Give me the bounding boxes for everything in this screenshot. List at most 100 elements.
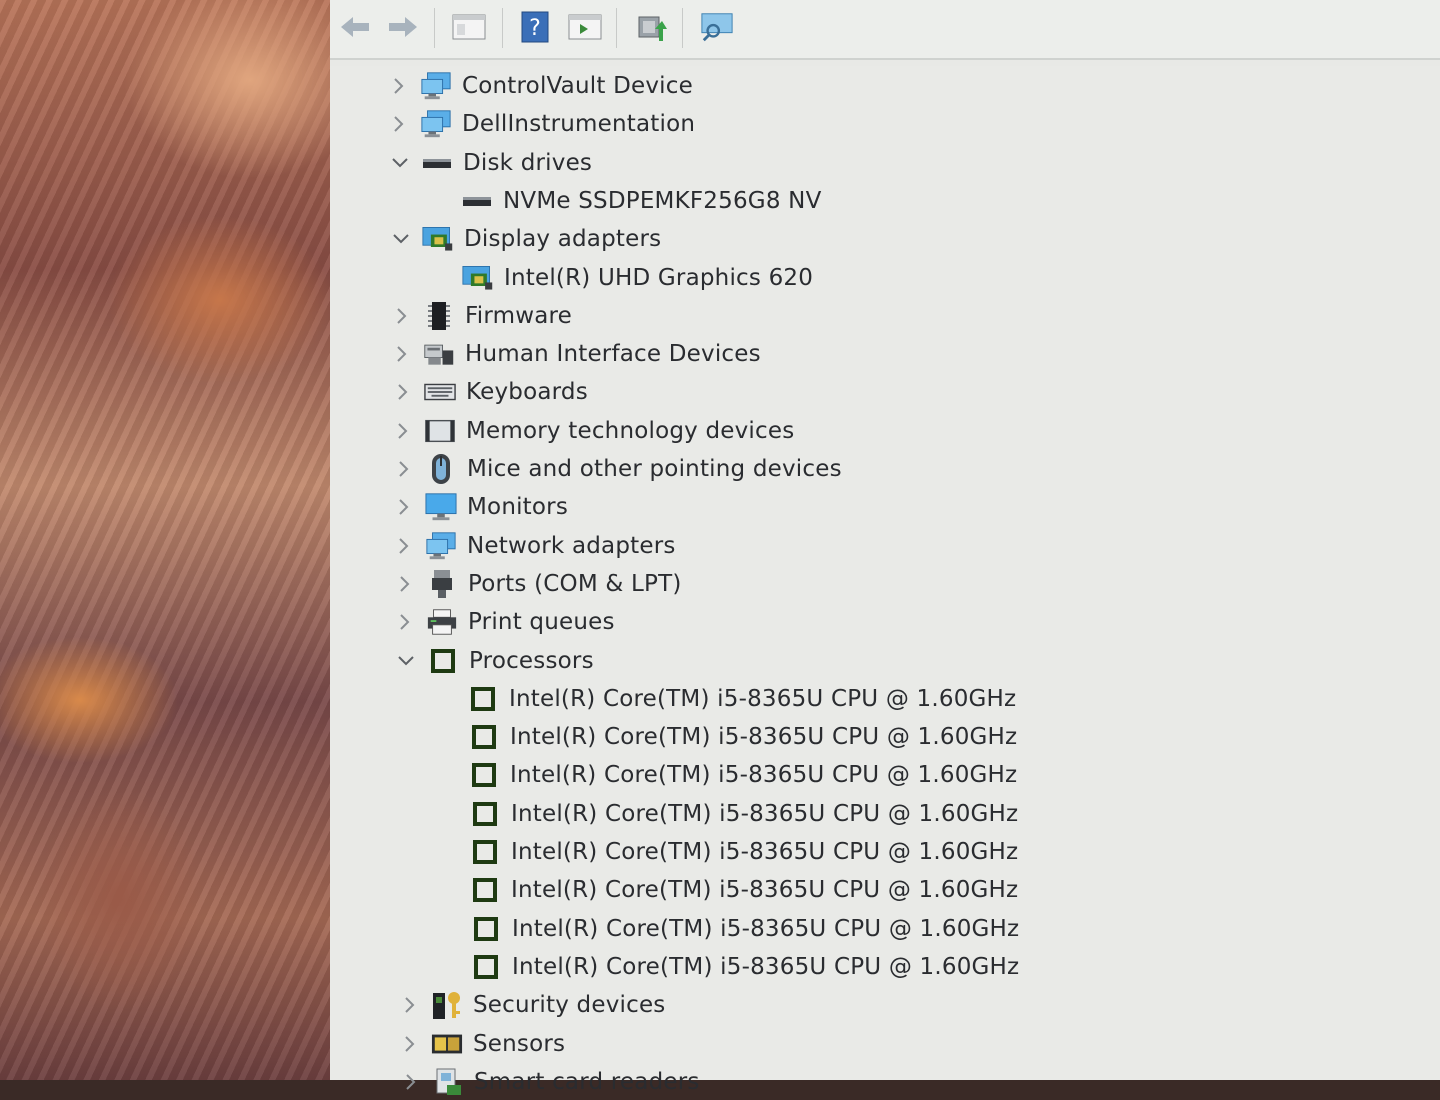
processor-icon (470, 952, 502, 982)
toolbar-separator (682, 8, 683, 48)
tree-device[interactable]: NVMe SSDPEMKF256G8 NV (461, 183, 822, 219)
tree-item-label: Security devices (473, 992, 666, 1019)
chevron-right-icon[interactable] (396, 613, 414, 631)
chevron-right-icon[interactable] (401, 1035, 419, 1053)
tree-category[interactable]: Mice and other pointing devices (399, 451, 842, 487)
tree-item-label: Print queues (468, 609, 615, 636)
processor-icon (469, 837, 501, 867)
chevron-down-icon[interactable] (397, 652, 415, 670)
tree-item-label: Intel(R) UHD Graphics 620 (504, 264, 814, 291)
tree-item-label: Processors (469, 647, 594, 674)
tree-item-label: ControlVault Device (462, 73, 693, 99)
processor-icon (470, 914, 502, 944)
tree-device[interactable]: Intel(R) Core(TM) i5-8365U CPU @ 1.60GHz (468, 719, 1017, 755)
tree-category[interactable]: Network adapters (399, 528, 676, 564)
memory-card-icon (424, 416, 456, 446)
monitor-network-icon (420, 71, 452, 101)
tree-category[interactable]: DellInstrumentation (394, 106, 696, 142)
tree-category[interactable]: Monitors (399, 489, 569, 525)
tree-category[interactable]: Sensors (405, 1026, 565, 1062)
chevron-right-icon[interactable] (390, 77, 408, 95)
tree-item-label: Memory technology devices (466, 417, 795, 444)
back-icon[interactable] (338, 10, 372, 44)
tree-item-label: Intel(R) Core(TM) i5-8365U CPU @ 1.60GHz (511, 800, 1019, 827)
tree-item-label: NVMe SSDPEMKF256G8 NV (503, 187, 822, 214)
port-icon (426, 569, 458, 599)
properties-icon[interactable] (568, 10, 602, 44)
tree-category[interactable]: Human Interface Devices (397, 336, 761, 372)
tree-category[interactable]: Keyboards (398, 374, 588, 410)
tree-item-label: Ports (COM & LPT) (468, 570, 682, 597)
forward-icon[interactable] (386, 10, 420, 44)
chevron-right-icon[interactable] (395, 537, 413, 555)
tree-category[interactable]: Memory technology devices (398, 413, 795, 449)
chevron-right-icon[interactable] (393, 307, 411, 325)
chevron-right-icon[interactable] (394, 422, 412, 440)
hid-icon (423, 339, 455, 369)
tree-item-label: Intel(R) Core(TM) i5-8365U CPU @ 1.60GHz (512, 953, 1020, 980)
tree-category[interactable]: Disk drives (392, 145, 593, 181)
tree-item-label: Intel(R) Core(TM) i5-8365U CPU @ 1.60GHz (512, 915, 1020, 942)
tree-category[interactable]: Processors (398, 643, 594, 679)
tree-device[interactable]: Intel(R) UHD Graphics 620 (462, 260, 813, 296)
tree-device[interactable]: Intel(R) Core(TM) i5-8365U CPU @ 1.60GHz (467, 681, 1016, 717)
toolbar-separator (616, 8, 617, 48)
svg-text:?: ? (529, 16, 541, 41)
toolbar-separator (502, 8, 503, 48)
tree-item-label: Intel(R) Core(TM) i5-8365U CPU @ 1.60GHz (511, 877, 1019, 904)
tree-category[interactable]: Ports (COM & LPT) (400, 566, 682, 602)
tree-item-label: Intel(R) Core(TM) i5-8365U CPU @ 1.60GHz (511, 839, 1019, 865)
tree-item-label: Disk drives (463, 149, 593, 176)
tree-category[interactable]: Print queues (400, 604, 615, 640)
chevron-right-icon[interactable] (401, 996, 419, 1014)
tree-device[interactable]: Intel(R) Core(TM) i5-8365U CPU @ 1.60GHz (469, 872, 1018, 908)
tree-item-label: Keyboards (466, 379, 588, 406)
firmware-chip-icon (423, 301, 455, 331)
display-adapter-icon (462, 263, 494, 293)
desktop-wallpaper (0, 0, 345, 1080)
chevron-right-icon[interactable] (402, 1073, 420, 1091)
show-hide-tree-icon[interactable] (452, 10, 486, 44)
tree-item-label: DellInstrumentation (462, 111, 696, 138)
tree-device[interactable]: Intel(R) Core(TM) i5-8365U CPU @ 1.60GHz (470, 949, 1019, 985)
chevron-right-icon[interactable] (394, 383, 412, 401)
tree-category[interactable]: Display adapters (393, 221, 661, 257)
tree-category[interactable]: Firmware (397, 298, 573, 334)
tree-item-label: Intel(R) Core(TM) i5-8365U CPU @ 1.60GHz (510, 724, 1018, 751)
tree-device[interactable]: Intel(R) Core(TM) i5-8365U CPU @ 1.60GHz (470, 911, 1019, 947)
tree-device[interactable]: Intel(R) Core(TM) i5-8365U CPU @ 1.60GHz (469, 796, 1018, 832)
device-manager-window: ? ControlVault Device DellInstrumentation… (330, 0, 1440, 1095)
display-adapter-icon (422, 224, 454, 254)
tree-item-label: Intel(R) Core(TM) i5-8365U CPU @ 1.60GHz (509, 685, 1017, 712)
tree-category[interactable]: Smart card readers (406, 1064, 700, 1100)
monitor-icon (425, 492, 457, 522)
tree-category[interactable]: ControlVault Device (394, 68, 693, 104)
tree-item-label: Firmware (465, 302, 573, 329)
chevron-right-icon[interactable] (395, 460, 413, 478)
processor-icon (467, 684, 499, 714)
tree-item-label: Mice and other pointing devices (467, 456, 842, 482)
scan-hardware-icon[interactable] (700, 10, 734, 44)
chevron-right-icon[interactable] (396, 575, 414, 593)
chevron-right-icon[interactable] (390, 115, 408, 133)
smart-card-icon (432, 1067, 464, 1097)
tree-device[interactable]: Intel(R) Core(TM) i5-8365U CPU @ 1.60GHz (469, 834, 1018, 870)
mouse-icon (425, 454, 457, 484)
printer-icon (426, 607, 458, 637)
processor-icon (469, 875, 501, 905)
toolbar-separator (434, 8, 435, 48)
tree-item-label: Monitors (467, 494, 569, 521)
monitor-network-icon (420, 109, 452, 139)
chevron-right-icon[interactable] (395, 498, 413, 516)
chevron-down-icon[interactable] (392, 230, 410, 248)
chevron-right-icon[interactable] (393, 345, 411, 363)
processor-icon (468, 760, 500, 790)
disk-drive-icon (421, 148, 453, 178)
keyboard-icon (424, 377, 456, 407)
tree-category[interactable]: Security devices (405, 987, 666, 1023)
help-icon[interactable]: ? (518, 10, 552, 44)
update-driver-icon[interactable] (634, 10, 668, 44)
disk-drive-icon (461, 186, 493, 216)
chevron-down-icon[interactable] (391, 154, 409, 172)
tree-device[interactable]: Intel(R) Core(TM) i5-8365U CPU @ 1.60GHz (468, 757, 1017, 793)
